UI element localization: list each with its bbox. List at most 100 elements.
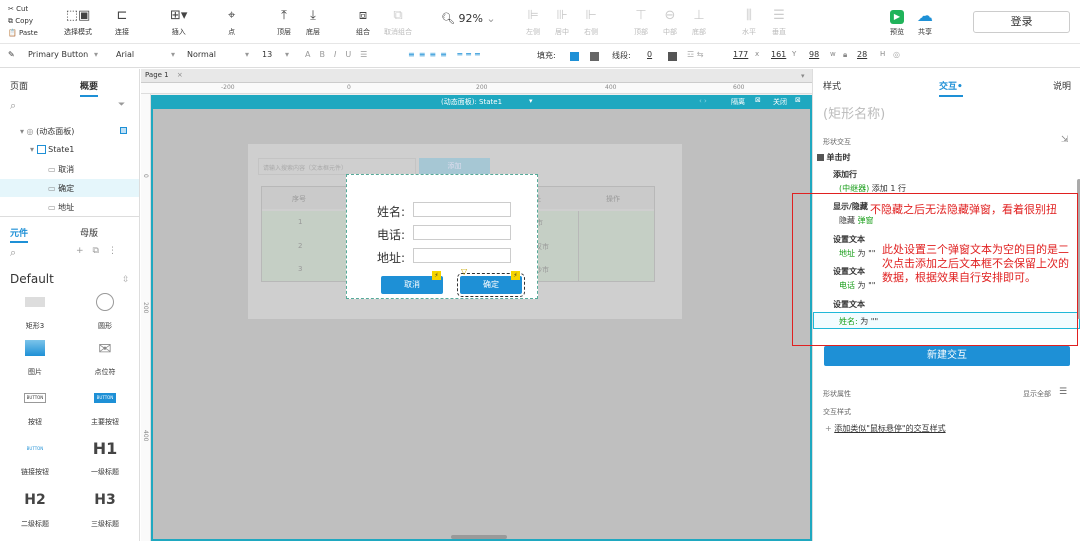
paste-button[interactable]: 📋 Paste	[8, 27, 38, 39]
text-format-icons[interactable]: ABIU☰	[305, 50, 376, 59]
copy-button[interactable]: ⧉ Copy	[8, 15, 38, 27]
widget-search-icon[interactable]: ⌕	[10, 246, 16, 260]
library-select[interactable]: Default	[10, 272, 54, 286]
tree-ok[interactable]: ▭ 确定	[48, 183, 74, 194]
show-all-link[interactable]: 显示全部	[1023, 389, 1051, 399]
h-input[interactable]: 28	[857, 50, 867, 59]
point-button[interactable]: ⌖ 点	[228, 8, 235, 37]
chevron-down-icon[interactable]: ▾	[529, 97, 533, 105]
tab-widgets[interactable]: 元件	[10, 226, 29, 243]
widget-rect3[interactable]: 矩形3	[10, 289, 60, 331]
library-actions[interactable]: +⧉⋮	[76, 246, 126, 256]
close-icon[interactable]: ⊠	[795, 96, 801, 104]
login-button[interactable]: 登录	[973, 11, 1070, 33]
align-top-button[interactable]: ⊤ 顶部	[634, 8, 648, 37]
horizontal-scrollbar[interactable]	[451, 535, 507, 539]
close-panel-button[interactable]: 关闭	[773, 97, 787, 107]
align-center-button[interactable]: ⊪ 居中	[555, 8, 569, 37]
distribute-horizontal-button[interactable]: ⫼ 水平	[742, 8, 756, 37]
tab-pages[interactable]: 页面	[10, 79, 28, 92]
canvas-area[interactable]: Page 1 × ▾ -200 0 200 400 600 0 200 400 …	[141, 69, 812, 541]
add-interaction-style-link[interactable]: + 添加类似"鼠标悬停"的交互样式	[825, 423, 946, 434]
tab-outline[interactable]: 概要	[80, 79, 99, 97]
preview-button[interactable]: ▶ 预览	[890, 8, 904, 37]
collapse-icon[interactable]: ⇲	[1061, 135, 1069, 145]
line-color-swatch[interactable]	[668, 52, 677, 61]
filter-icon[interactable]: ⏷	[118, 100, 125, 110]
widget-link-button[interactable]: BUTTON 链接按钮	[10, 435, 60, 477]
tree-address[interactable]: ▭ 地址	[48, 202, 74, 213]
font-select[interactable]: Arial	[116, 50, 134, 59]
style-select[interactable]: Primary Button	[28, 50, 88, 59]
widget-circle[interactable]: 圆形	[80, 289, 130, 331]
fill-color-swatch[interactable]	[570, 52, 579, 61]
panel-state-select[interactable]: (动态面板): State1	[441, 97, 502, 107]
select-mode-icon: ⬚▣	[65, 8, 91, 23]
zoom-select[interactable]: 🔍︎ 92% ⌄	[441, 12, 496, 25]
tree-state1[interactable]: ▾ State1	[30, 145, 74, 154]
tab-style[interactable]: 样式	[823, 79, 841, 92]
widget-placeholder[interactable]: ✉ 点位符	[80, 335, 130, 377]
panel-state-icon[interactable]	[120, 127, 127, 134]
font-dropdown-icon[interactable]: ▾	[171, 50, 175, 59]
text-align-icons[interactable]: ≡≡≡≡ ═══	[408, 50, 484, 59]
search-icon[interactable]: ⌕	[10, 99, 16, 113]
weight-select[interactable]: Normal	[187, 50, 216, 59]
align-middle-button[interactable]: ⊖ 中部	[663, 8, 677, 37]
weight-dropdown-icon[interactable]: ▾	[245, 50, 249, 59]
align-bottom-button[interactable]: ⊥ 底部	[692, 8, 706, 37]
add-button[interactable]: 添加	[419, 158, 490, 175]
insert-button[interactable]: ⊞▾ 插入	[170, 8, 187, 37]
shape-name-input[interactable]: (矩形名称)	[823, 103, 885, 122]
new-interaction-button[interactable]: 新建交互	[824, 346, 1070, 366]
y-input[interactable]: 161	[771, 50, 786, 59]
ungroup-button[interactable]: ⧉ 取消组合	[384, 8, 412, 37]
tab-notes[interactable]: 说明	[1053, 79, 1071, 92]
widget-primary-button[interactable]: BUTTON 主要按钮	[80, 385, 130, 427]
top-layer-button[interactable]: ⤒ 顶层	[277, 8, 291, 37]
isolate-button[interactable]: 隔离	[731, 97, 745, 107]
phone-input[interactable]	[413, 225, 511, 240]
address-input[interactable]	[413, 248, 511, 263]
connect-button[interactable]: ⊏ 连接	[115, 8, 129, 37]
shadow-swatch[interactable]	[590, 52, 599, 61]
image-icon	[25, 340, 45, 356]
lock-ratio-icon[interactable]: 🔒︎	[843, 50, 847, 60]
widget-button[interactable]: BUTTON 按钮	[10, 385, 60, 427]
nav-arrows-icon[interactable]: ‹ ›	[699, 97, 707, 105]
widget-h3[interactable]: H3 三级标题	[80, 487, 130, 529]
line-style-icons[interactable]: ☲ ⇆	[687, 50, 703, 59]
chevron-updown-icon[interactable]: ⇳	[122, 275, 130, 285]
event-onclick[interactable]: 单击时	[817, 152, 851, 163]
rotation-handle-icon[interactable]: ▽	[461, 267, 467, 276]
group-button[interactable]: ⧈ 组合	[356, 8, 370, 37]
widget-h2[interactable]: H2 二级标题	[10, 487, 60, 529]
tree-cancel[interactable]: ▭ 取消	[48, 164, 74, 175]
line-width-input[interactable]: 0	[647, 50, 652, 59]
menu-icon[interactable]: ☰	[1059, 387, 1067, 397]
align-right-button[interactable]: ⊩ 右侧	[584, 8, 598, 37]
select-mode-button[interactable]: ⬚▣ 选择模式	[64, 8, 92, 37]
widget-h1[interactable]: H1 一级标题	[80, 435, 130, 477]
name-input[interactable]	[413, 202, 511, 217]
tree-dynamic-panel[interactable]: ▾ ◎ (动态面板)	[20, 126, 74, 137]
size-dropdown-icon[interactable]: ▾	[285, 50, 289, 59]
isolate-icon[interactable]: ⊠	[755, 96, 761, 104]
align-left-button[interactable]: ⊫ 左侧	[526, 8, 540, 37]
search-input[interactable]: 请输入搜索内容（文本框元件）	[258, 158, 416, 175]
close-tab-icon[interactable]: ×	[177, 71, 183, 79]
tab-interactions[interactable]: 交互•	[939, 79, 963, 97]
x-input[interactable]: 177	[733, 50, 748, 59]
bottom-layer-button[interactable]: ⤓ 底层	[306, 8, 320, 37]
cut-button[interactable]: ✂ Cut	[8, 3, 38, 15]
style-dropdown-icon[interactable]: ▾	[94, 50, 98, 59]
w-input[interactable]: 98	[809, 50, 819, 59]
tab-masters[interactable]: 母版	[80, 226, 98, 239]
share-button[interactable]: ☁ 共享	[917, 8, 933, 37]
visibility-icon[interactable]: ◎	[893, 50, 900, 59]
size-select[interactable]: 13	[262, 50, 272, 59]
widget-image[interactable]: 图片	[10, 335, 60, 377]
distribute-vertical-button[interactable]: ☰ 垂直	[772, 8, 786, 37]
page-list-icon[interactable]: ▾	[801, 72, 805, 80]
page-tab[interactable]: Page 1 ×	[145, 71, 183, 79]
